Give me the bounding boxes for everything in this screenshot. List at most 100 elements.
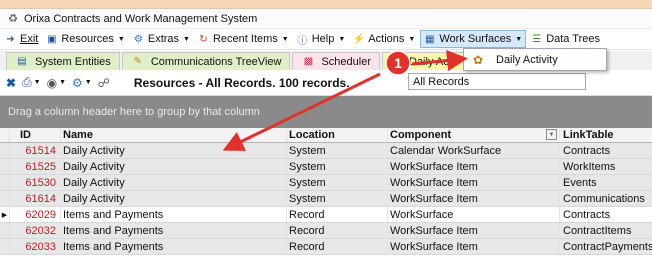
tree-icon: ☰ (532, 33, 542, 45)
window-title: Orixa Contracts and Work Management Syst… (24, 12, 258, 25)
database-icon: ▣ (47, 33, 57, 45)
link-button[interactable]: ☍ (98, 76, 110, 90)
scheduler-icon: ▩ (303, 56, 314, 67)
row-name: Daily Activity (61, 191, 287, 206)
table-row[interactable]: 62033 Items and Payments Record WorkSurf… (0, 239, 652, 255)
row-name: Items and Payments (61, 207, 287, 222)
table-row[interactable]: 61525 Daily Activity System WorkSurface … (0, 159, 652, 175)
link-icon: ☍ (97, 75, 110, 90)
row-name: Daily Activity (61, 175, 287, 190)
chevron-down-icon: ▼ (338, 35, 346, 43)
extras-icon: ⚙ (133, 33, 143, 45)
chevron-down-icon: ▼ (281, 35, 289, 43)
title-bar: ♻ Orixa Contracts and Work Management Sy… (0, 9, 652, 29)
row-id: 61514 (10, 143, 61, 158)
row-name: Daily Activity (61, 143, 287, 158)
menu-data-trees[interactable]: ☰ Data Trees (528, 30, 603, 48)
tab-system-entities[interactable]: ▤ System Entities (6, 52, 120, 70)
table-row-current[interactable]: ▶ 62029 Items and Payments Record WorkSu… (0, 207, 652, 223)
column-header-component[interactable]: Component ▼ (388, 128, 560, 142)
chevron-down-icon: ▼ (33, 79, 41, 86)
chevron-down-icon: ▼ (183, 35, 190, 43)
column-header-name[interactable]: Name (61, 128, 287, 142)
export-button[interactable]: ◉ ▼ (47, 76, 66, 90)
row-indicator (0, 159, 10, 174)
row-indicator (0, 143, 10, 158)
row-component: WorkSurface Item (388, 159, 560, 174)
menu-work-surfaces[interactable]: ▦ Work Surfaces ▼ (420, 30, 527, 48)
menu-resources[interactable]: ▣ Resources ▼ (43, 30, 128, 48)
menu-extras[interactable]: ⚙ Extras ▼ (130, 30, 193, 48)
row-id: 61530 (10, 175, 61, 190)
menu-recent-items[interactable]: ↻ Recent Items ▼ (195, 30, 292, 48)
row-linktable: ContractItems (563, 224, 632, 237)
grid-header: ID Name Location Component ▼ LinkTable (0, 128, 652, 143)
group-by-panel[interactable]: Drag a column header here to group by th… (0, 96, 652, 128)
row-indicator (0, 191, 10, 206)
app-logo-icon: ♻ (8, 13, 18, 25)
row-linktable: Communications (563, 192, 645, 205)
menu-help[interactable]: ⓘ Help ▼ (294, 30, 349, 48)
chevron-down-icon: ▼ (84, 79, 92, 86)
row-component: Calendar WorkSurface (388, 143, 560, 158)
chevron-down-icon: ▼ (117, 35, 125, 43)
row-component: WorkSurface Item (388, 223, 560, 238)
row-id: 62033 (10, 239, 61, 254)
tab-communications-treeview[interactable]: ✎ Communications TreeView (121, 52, 291, 70)
row-id: 61614 (10, 191, 61, 206)
app-window: ♻ Orixa Contracts and Work Management Sy… (0, 8, 652, 256)
column-header-linktable[interactable]: LinkTable (560, 128, 652, 142)
row-name: Daily Activity (61, 159, 287, 174)
row-linktable: Contracts (563, 208, 611, 221)
records-grid: ID Name Location Component ▼ LinkTable 6… (0, 128, 652, 256)
column-header-location[interactable]: Location (287, 128, 388, 142)
chevron-down-icon: ▼ (408, 35, 416, 43)
row-id: 61525 (10, 159, 61, 174)
records-label: Resources - All Records. 100 records. (133, 75, 350, 90)
row-component: WorkSurface Item (388, 239, 560, 254)
row-location: Record (287, 207, 388, 222)
records-toolbar: ✖ ⎙ ▼ ◉ ▼ ⚙ ▼ ☍ Resources - All Records. 10… (0, 70, 652, 96)
group-by-hint: Drag a column header here to group by th… (8, 106, 260, 118)
row-indicator-header (0, 128, 10, 142)
tab-scheduler[interactable]: ▩ Scheduler (292, 52, 380, 70)
row-id: 62029 (10, 207, 61, 222)
row-indicator (0, 223, 10, 238)
chevron-down-icon: ▼ (59, 79, 67, 86)
row-location: System (287, 159, 388, 174)
row-linktable: Events (563, 176, 597, 189)
row-id: 62032 (10, 223, 61, 238)
row-name: Items and Payments (61, 223, 287, 238)
lightning-icon: ⚡ (352, 33, 366, 45)
print-button[interactable]: ⎙ ▼ (22, 75, 41, 90)
filter-button[interactable]: ⚙ ▼ (72, 76, 92, 90)
entities-icon: ▤ (17, 56, 27, 67)
grid-icon: ▦ (425, 33, 435, 45)
row-component: WorkSurface Item (388, 191, 560, 206)
filter-icon: ⚙ (72, 75, 83, 90)
menu-exit[interactable]: ➜ Exit (2, 30, 41, 48)
row-name: Items and Payments (61, 239, 287, 254)
column-filter-icon[interactable]: ▼ (546, 129, 557, 140)
row-location: System (287, 191, 388, 206)
close-icon[interactable]: ✖ (6, 76, 16, 90)
row-location: System (287, 143, 388, 158)
row-component: WorkSurface (388, 207, 560, 222)
dropdown-item-daily-activity[interactable]: Daily Activity (496, 54, 558, 66)
column-header-id[interactable]: ID (10, 128, 61, 142)
table-row[interactable]: 61614 Daily Activity System WorkSurface … (0, 191, 652, 207)
printer-icon: ⎙ (22, 75, 32, 89)
table-row[interactable]: 61514 Daily Activity System Calendar Wor… (0, 143, 652, 159)
current-row-pointer-icon: ▶ (0, 207, 10, 222)
tab-daily-activity[interactable]: Daily Activ (382, 52, 469, 70)
row-component: WorkSurface Item (388, 175, 560, 190)
row-location: System (287, 175, 388, 190)
work-surfaces-dropdown: ✿ Daily Activity (463, 48, 607, 71)
table-row[interactable]: 61530 Daily Activity System WorkSurface … (0, 175, 652, 191)
recent-icon: ↻ (199, 33, 208, 45)
daily-activity-icon: ✿ (472, 52, 484, 67)
table-row[interactable]: 62032 Items and Payments Record WorkSurf… (0, 223, 652, 239)
menu-actions[interactable]: ⚡ Actions ▼ (350, 30, 418, 48)
row-linktable: Contracts (563, 144, 611, 157)
record-filter-select[interactable]: All Records (408, 73, 586, 90)
